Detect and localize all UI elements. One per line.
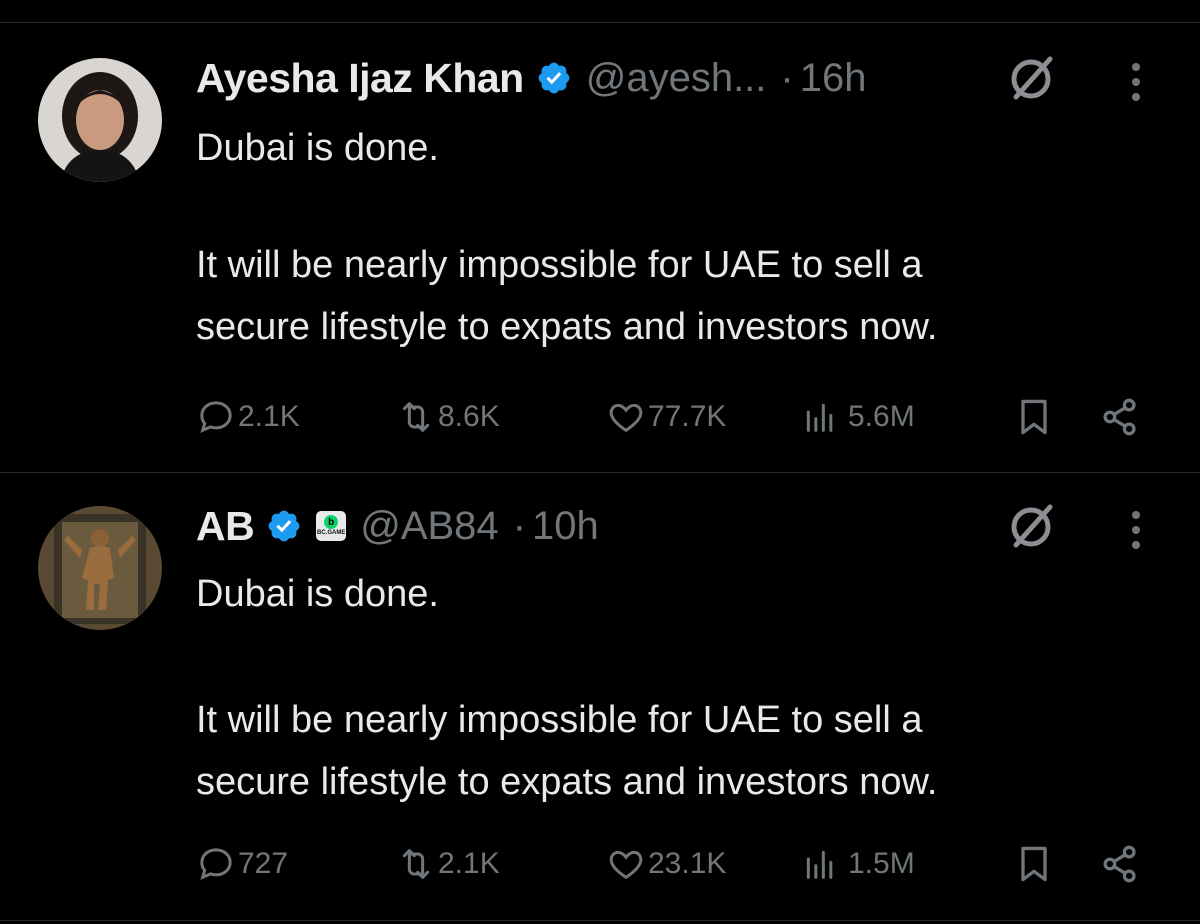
views-button[interactable]: 1.5M <box>800 839 915 889</box>
timestamp[interactable]: 16h <box>800 56 867 101</box>
separator-dot: · <box>512 503 527 548</box>
tweet-text: Dubai is done. It will be nearly impossi… <box>196 124 1156 351</box>
grok-icon[interactable] <box>1004 498 1060 554</box>
like-count: 77.7K <box>648 400 727 433</box>
timestamp[interactable]: 10h <box>532 504 599 549</box>
tweet-actions: 727 2.1K 23.1K 1.5M <box>0 839 1200 889</box>
tweet-actions: 2.1K 8.6K 77.7K 5.6M <box>0 392 1200 442</box>
views-button[interactable]: 5.6M <box>800 392 915 442</box>
repost-icon <box>402 849 430 879</box>
bookmark-icon[interactable] <box>1012 395 1056 439</box>
more-dots-icon[interactable] <box>1118 54 1154 110</box>
tweet-text-line: secure lifestyle to expats and investors… <box>196 306 938 348</box>
repost-button[interactable]: 8.6K <box>396 392 500 442</box>
bar-chart-icon <box>806 850 833 879</box>
bottom-divider <box>0 920 1200 921</box>
bookmark-icon[interactable] <box>1012 842 1056 886</box>
comment-icon <box>200 401 232 434</box>
user-handle[interactable]: @ayesh... <box>586 56 767 101</box>
verified-badge-icon[interactable] <box>266 508 302 544</box>
repost-button[interactable]: 2.1K <box>396 839 500 889</box>
display-name[interactable]: Ayesha Ijaz Khan <box>196 55 524 102</box>
share-icon[interactable] <box>1098 842 1142 886</box>
reply-button[interactable]: 2.1K <box>196 392 300 442</box>
tweet-header: AB b BC.GAME @AB84 · 10h <box>196 496 1036 556</box>
tweet-text-line: It will be nearly impossible for UAE to … <box>196 699 923 741</box>
reply-count: 2.1K <box>238 400 300 433</box>
like-count: 23.1K <box>648 847 727 880</box>
affiliate-badge[interactable]: b BC.GAME <box>316 511 347 541</box>
tweet-text-line: It will be nearly impossible for UAE to … <box>196 244 923 286</box>
repost-icon <box>402 402 430 432</box>
affiliate-badge-letter: b <box>324 515 339 529</box>
more-dots-icon[interactable] <box>1118 502 1154 558</box>
grok-icon[interactable] <box>1004 50 1060 106</box>
tweet-text: Dubai is done. It will be nearly impossi… <box>196 570 1156 806</box>
avatar[interactable] <box>38 58 162 182</box>
tweet[interactable]: AB b BC.GAME @AB84 · 10h Dubai is done. … <box>0 450 1200 900</box>
affiliate-badge-text: BC.GAME <box>317 530 346 536</box>
tweet-text-line: Dubai is done. <box>196 573 439 615</box>
repost-count: 8.6K <box>438 400 500 433</box>
heart-icon <box>609 403 643 433</box>
view-count: 1.5M <box>848 847 915 880</box>
reply-count: 727 <box>238 847 289 880</box>
heart-icon <box>609 850 643 880</box>
separator-dot: · <box>780 55 794 100</box>
user-handle[interactable]: @AB84 <box>360 504 498 549</box>
tweet-text-line: Dubai is done. <box>196 127 439 169</box>
like-button[interactable]: 23.1K <box>606 839 726 889</box>
share-icon[interactable] <box>1098 395 1142 439</box>
reply-button[interactable]: 727 <box>196 839 288 889</box>
avatar[interactable] <box>38 506 162 630</box>
view-count: 5.6M <box>848 400 915 433</box>
tweet-header: Ayesha Ijaz Khan @ayesh... · 16h <box>196 48 1036 108</box>
verified-badge-icon[interactable] <box>536 60 572 96</box>
bar-chart-icon <box>806 403 833 432</box>
tweet[interactable]: Ayesha Ijaz Khan @ayesh... · 16h Dubai i… <box>0 0 1200 450</box>
repost-count: 2.1K <box>438 847 500 880</box>
tweet-text-line: secure lifestyle to expats and investors… <box>196 761 938 803</box>
comment-icon <box>200 848 232 881</box>
like-button[interactable]: 77.7K <box>606 392 726 442</box>
display-name[interactable]: AB <box>196 503 255 550</box>
